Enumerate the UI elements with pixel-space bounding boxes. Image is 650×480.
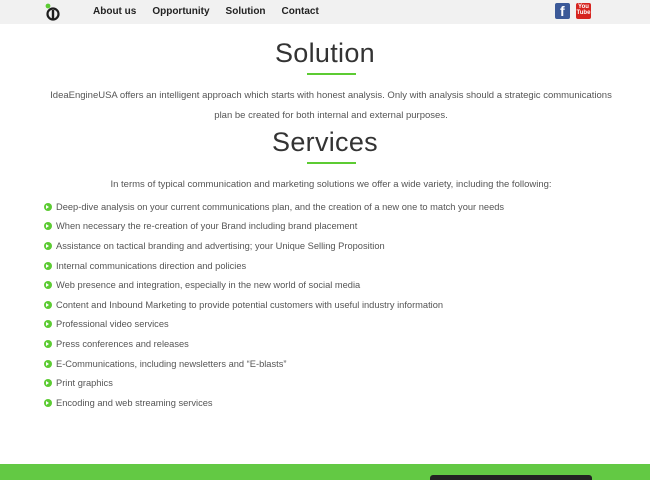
- list-item: Assistance on tactical branding and adve…: [44, 236, 624, 256]
- list-item-text: Internal communications direction and po…: [56, 260, 247, 271]
- ideaengine-logo-icon[interactable]: [42, 2, 62, 22]
- services-heading-underline: [307, 162, 356, 164]
- facebook-glyph: f: [560, 3, 565, 19]
- list-item: Deep-dive analysis on your current commu…: [44, 197, 624, 217]
- list-item: Web presence and integration, especially…: [44, 275, 624, 295]
- list-item-text: Content and Inbound Marketing to provide…: [56, 299, 444, 310]
- list-item: Content and Inbound Marketing to provide…: [44, 295, 624, 315]
- list-item: Internal communications direction and po…: [44, 256, 624, 276]
- list-item: Press conferences and releases: [44, 334, 624, 354]
- list-item: Encoding and web streaming services: [44, 393, 624, 413]
- list-item-text: Print graphics: [56, 378, 113, 389]
- solution-heading-underline: [307, 73, 356, 75]
- top-navigation-bar: About us Opportunity Solution Contact f …: [0, 0, 650, 24]
- arrow-circle-right-icon: [44, 359, 52, 368]
- arrow-circle-right-icon: [44, 379, 52, 388]
- solution-paragraph: IdeaEngineUSA offers an intelligent appr…: [50, 90, 612, 121]
- list-item-text: Encoding and web streaming services: [56, 397, 213, 408]
- list-item-text: When necessary the re-creation of your B…: [56, 221, 358, 232]
- arrow-circle-right-icon: [44, 398, 52, 407]
- arrow-circle-right-icon: [44, 320, 52, 329]
- arrow-circle-right-icon: [44, 281, 52, 290]
- footer-widget[interactable]: [430, 475, 592, 480]
- list-item: Print graphics: [44, 373, 624, 393]
- list-item-text: Web presence and integration, especially…: [56, 280, 361, 291]
- main-nav: About us Opportunity Solution Contact: [93, 6, 335, 18]
- list-item-text: Professional video services: [56, 319, 169, 330]
- arrow-circle-right-icon: [44, 261, 52, 270]
- arrow-circle-right-icon: [44, 300, 52, 309]
- services-heading: Services: [272, 127, 378, 157]
- list-item: E-Communications, including newsletters …: [44, 354, 624, 374]
- list-item-text: Assistance on tactical branding and adve…: [56, 240, 385, 251]
- arrow-circle-right-icon: [44, 222, 52, 231]
- list-item-text: Deep-dive analysis on your current commu…: [56, 201, 505, 212]
- list-item-text: E-Communications, including newsletters …: [56, 358, 287, 369]
- list-item: When necessary the re-creation of your B…: [44, 217, 624, 237]
- list-item-text: Press conferences and releases: [56, 338, 189, 349]
- youtube-label-bottom: Tube: [576, 10, 591, 16]
- solution-heading: Solution: [275, 38, 375, 68]
- nav-contact[interactable]: Contact: [282, 6, 319, 18]
- nav-solution[interactable]: Solution: [226, 6, 266, 18]
- youtube-icon[interactable]: You Tube: [576, 3, 591, 19]
- services-list: Deep-dive analysis on your current commu…: [44, 197, 624, 413]
- nav-about-us[interactable]: About us: [93, 6, 136, 18]
- services-intro: In terms of typical communication and ma…: [110, 179, 552, 190]
- nav-opportunity[interactable]: Opportunity: [152, 6, 209, 18]
- arrow-circle-right-icon: [44, 202, 52, 211]
- arrow-circle-right-icon: [44, 339, 52, 348]
- facebook-icon[interactable]: f: [555, 3, 570, 19]
- arrow-circle-right-icon: [44, 241, 52, 250]
- list-item: Professional video services: [44, 315, 624, 335]
